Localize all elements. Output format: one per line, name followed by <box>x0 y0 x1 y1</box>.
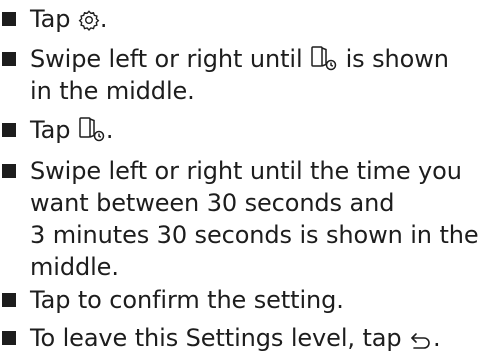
step-3-text-part-1: Tap <box>30 116 71 144</box>
step-2-text: Swipe left or right until is shown in th… <box>30 43 480 107</box>
step-2-text-part-2: is shown <box>345 45 449 73</box>
step-4: Swipe left or right until the time you w… <box>0 155 480 283</box>
step-5-text: Tap to confirm the setting. <box>30 286 344 314</box>
step-2-text-part-1: Swipe left or right until <box>30 45 303 73</box>
step-2: Swipe left or right until is shown in th… <box>0 43 480 107</box>
step-1-text: Tap . <box>30 3 480 39</box>
step-3-text: Tap . <box>30 114 480 150</box>
bullet <box>2 52 16 66</box>
step-4-text: Swipe left or right until the time you w… <box>30 155 480 283</box>
step-1: Tap . <box>0 3 480 35</box>
step-4-line-4: middle. <box>30 253 119 281</box>
step-6-text-part-1: To leave this Settings level, tap <box>30 324 402 352</box>
door-timer-icon <box>310 45 338 79</box>
bullet <box>2 293 16 307</box>
step-4-line-2: want between 30 seconds and <box>30 189 395 217</box>
bullet <box>2 12 16 26</box>
door-timer-icon <box>78 116 106 150</box>
step-6-text-part-2: . <box>433 324 441 352</box>
step-1-text-part-1: Tap <box>30 5 71 33</box>
step-5: Tap to confirm the setting. <box>0 284 480 316</box>
bullet <box>2 164 16 178</box>
bullet <box>2 331 16 345</box>
step-6: To leave this Settings level, tap . <box>0 322 480 354</box>
back-arrow-icon <box>409 326 433 358</box>
step-4-line-3: 3 minutes 30 seconds is shown in the <box>30 221 479 249</box>
step-1-text-part-2: . <box>99 5 108 33</box>
step-6-text: To leave this Settings level, tap . <box>30 322 480 358</box>
gear-icon <box>78 7 100 39</box>
instruction-list: Tap . Swipe left or right until is shown… <box>0 0 484 356</box>
bullet <box>2 123 16 137</box>
step-2-text-part-3: in the middle. <box>30 77 195 105</box>
step-3: Tap . <box>0 114 480 146</box>
step-3-text-part-2: . <box>105 116 114 144</box>
step-4-line-1: Swipe left or right until the time you <box>30 157 462 185</box>
